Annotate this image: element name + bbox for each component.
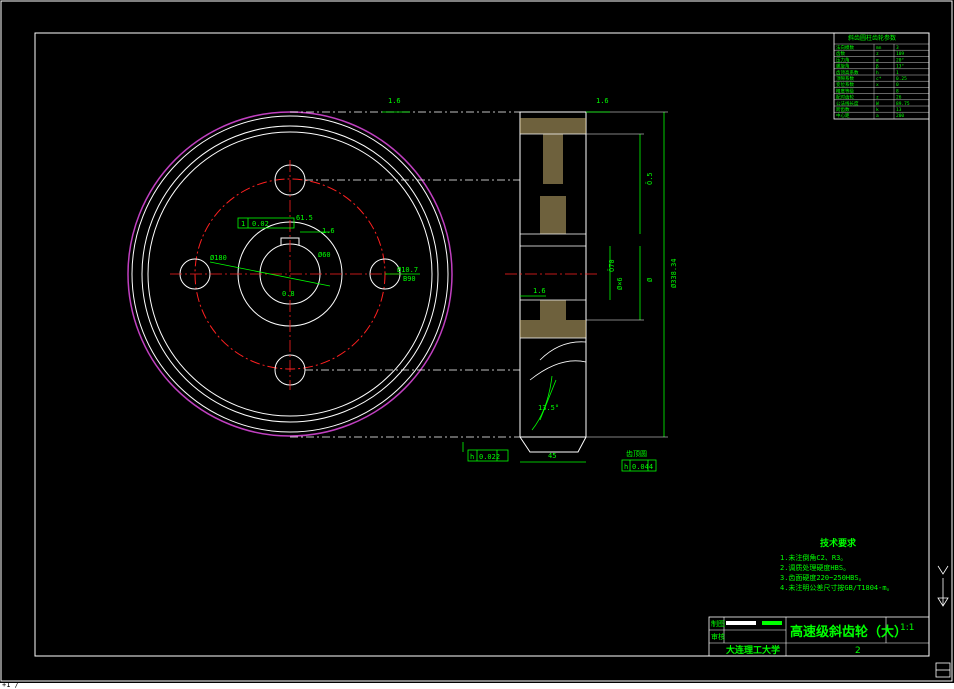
dim-angle-leader bbox=[539, 379, 557, 421]
param-cell: 配对齿轮 bbox=[836, 94, 854, 101]
hole-label-2: B90 bbox=[403, 275, 416, 283]
param-cell: 公法线长度 bbox=[836, 100, 859, 107]
param-cell: 200 bbox=[896, 113, 904, 119]
param-cell: 齿数 bbox=[836, 50, 845, 57]
hole-label-1: Ø10.7 bbox=[397, 266, 418, 274]
param-cell: 螺旋角 bbox=[836, 63, 850, 70]
hatch-rim-top bbox=[520, 118, 586, 134]
tol-left-sym: h bbox=[470, 453, 474, 461]
title-block: 制图 审核 高速级斜齿轮（大） 1:1 大连理工大学 2 bbox=[708, 616, 930, 657]
hatch-web-top bbox=[543, 134, 563, 184]
tooth-bottom bbox=[519, 436, 587, 453]
roughness-bore-label: 1.6 bbox=[322, 227, 335, 235]
keyway-dim-label: 61.5 bbox=[296, 214, 313, 222]
param-cell: 变位系数 bbox=[836, 81, 854, 88]
param-table: 斜齿圆柱齿轮参数 法向模数 mn 3齿数 z 109压力角 α 20°螺旋角 β 13°齿顶高系… bbox=[833, 32, 930, 120]
param-table-title: 斜齿圆柱齿轮参数 bbox=[848, 34, 896, 42]
param-table-rows: 法向模数 mn 3齿数 z 109压力角 α 20°螺旋角 β 13°齿顶高系数 h 1顶隙系数 c*… bbox=[834, 43, 929, 119]
side-dim-width: Ö70 bbox=[607, 259, 616, 272]
ucs-label: +1 / bbox=[2, 681, 19, 689]
side-view: 1.6 1.6 Ö.5 Ø×6 Ø Ø338.34 Ö70 13.5° 45 h… bbox=[462, 97, 678, 472]
tech-requirements: 技术要求 1.未注倒角C2、R3。 2.调质处理硬度HBS。 3.齿面硬度220… bbox=[780, 537, 894, 592]
param-cell: 压力角 bbox=[836, 56, 850, 63]
title-block-bar-1 bbox=[726, 621, 756, 625]
title-label-draw: 制图 bbox=[711, 619, 725, 628]
tech-req-item-1: 1.未注倒角C2、R3。 bbox=[780, 553, 847, 562]
helix-curve-1 bbox=[539, 341, 587, 361]
title-label-check: 审核 bbox=[711, 632, 725, 641]
side-dim-hub: Ø bbox=[646, 277, 654, 282]
param-cell: 顶隙系数 bbox=[836, 75, 854, 82]
drawing-frame bbox=[34, 32, 930, 657]
title-block-bar-2 bbox=[762, 621, 782, 625]
helix-curve-2 bbox=[529, 360, 587, 381]
cad-drawing-canvas[interactable]: 1.6 Ø180 Ø10.7 B90 Ø60 1.6 0.8 1 0.02 61… bbox=[0, 0, 954, 689]
ref-label: 齿顶圆 bbox=[626, 450, 647, 458]
drawing-name: 高速级斜齿轮（大） bbox=[790, 624, 907, 640]
tech-req-title: 技术要求 bbox=[820, 537, 857, 549]
tol-left-val: 0.022 bbox=[479, 453, 500, 461]
roughness-center-label: 0.8 bbox=[282, 290, 295, 298]
tolerance-id: 1 bbox=[241, 220, 245, 228]
hatch-rim-bottom bbox=[520, 320, 586, 338]
param-cell: a bbox=[876, 114, 879, 119]
hole-pcd-label: Ø180 bbox=[210, 254, 227, 262]
school-name: 大连理工大学 bbox=[726, 644, 780, 656]
side-dim-inner: Ö.5 bbox=[645, 172, 654, 185]
front-view: 1.6 Ø180 Ø10.7 B90 Ø60 1.6 0.8 1 0.02 61… bbox=[127, 97, 520, 438]
tech-req-item-3: 3.齿面硬度220~250HBS。 bbox=[780, 573, 866, 582]
param-cell: 跨齿数 bbox=[836, 106, 850, 113]
ucs-y-mark bbox=[937, 565, 949, 575]
side-width-label: 45 bbox=[548, 452, 556, 460]
hatch-hub-bottom bbox=[540, 300, 566, 320]
tol-right-val: 0.044 bbox=[632, 463, 653, 471]
param-cell: 法向模数 bbox=[836, 44, 854, 51]
param-cell: 齿顶高系数 bbox=[836, 69, 859, 76]
dim-angle-arc bbox=[531, 375, 553, 431]
bore-dim-label: Ø60 bbox=[318, 251, 331, 259]
side-angle-label: 13.5° bbox=[538, 404, 559, 412]
param-cell: 中心距 bbox=[836, 112, 850, 119]
side-dim-bore: Ø×6 bbox=[616, 277, 624, 290]
sheet-number: 2 bbox=[855, 646, 861, 656]
status-bar bbox=[0, 683, 954, 689]
hatch-hub-top bbox=[540, 196, 566, 234]
ucs-icon bbox=[935, 565, 951, 678]
tech-req-item-2: 2.调质处理硬度HBS。 bbox=[780, 563, 850, 572]
side-roughness-top: 1.6 bbox=[596, 97, 609, 105]
roughness-top-label: 1.6 bbox=[388, 97, 401, 105]
param-cell: 精度等级 bbox=[836, 87, 854, 94]
side-dim-outer: Ø338.34 bbox=[670, 258, 678, 288]
side-roughness-mid: 1.6 bbox=[533, 287, 546, 295]
tol-right-sym: h bbox=[624, 463, 628, 471]
tolerance-value: 0.02 bbox=[252, 220, 269, 228]
drawing-scale: 1:1 bbox=[900, 623, 914, 633]
tech-req-item-4: 4.未注明公差尺寸按GB/T1804-m。 bbox=[780, 583, 894, 592]
